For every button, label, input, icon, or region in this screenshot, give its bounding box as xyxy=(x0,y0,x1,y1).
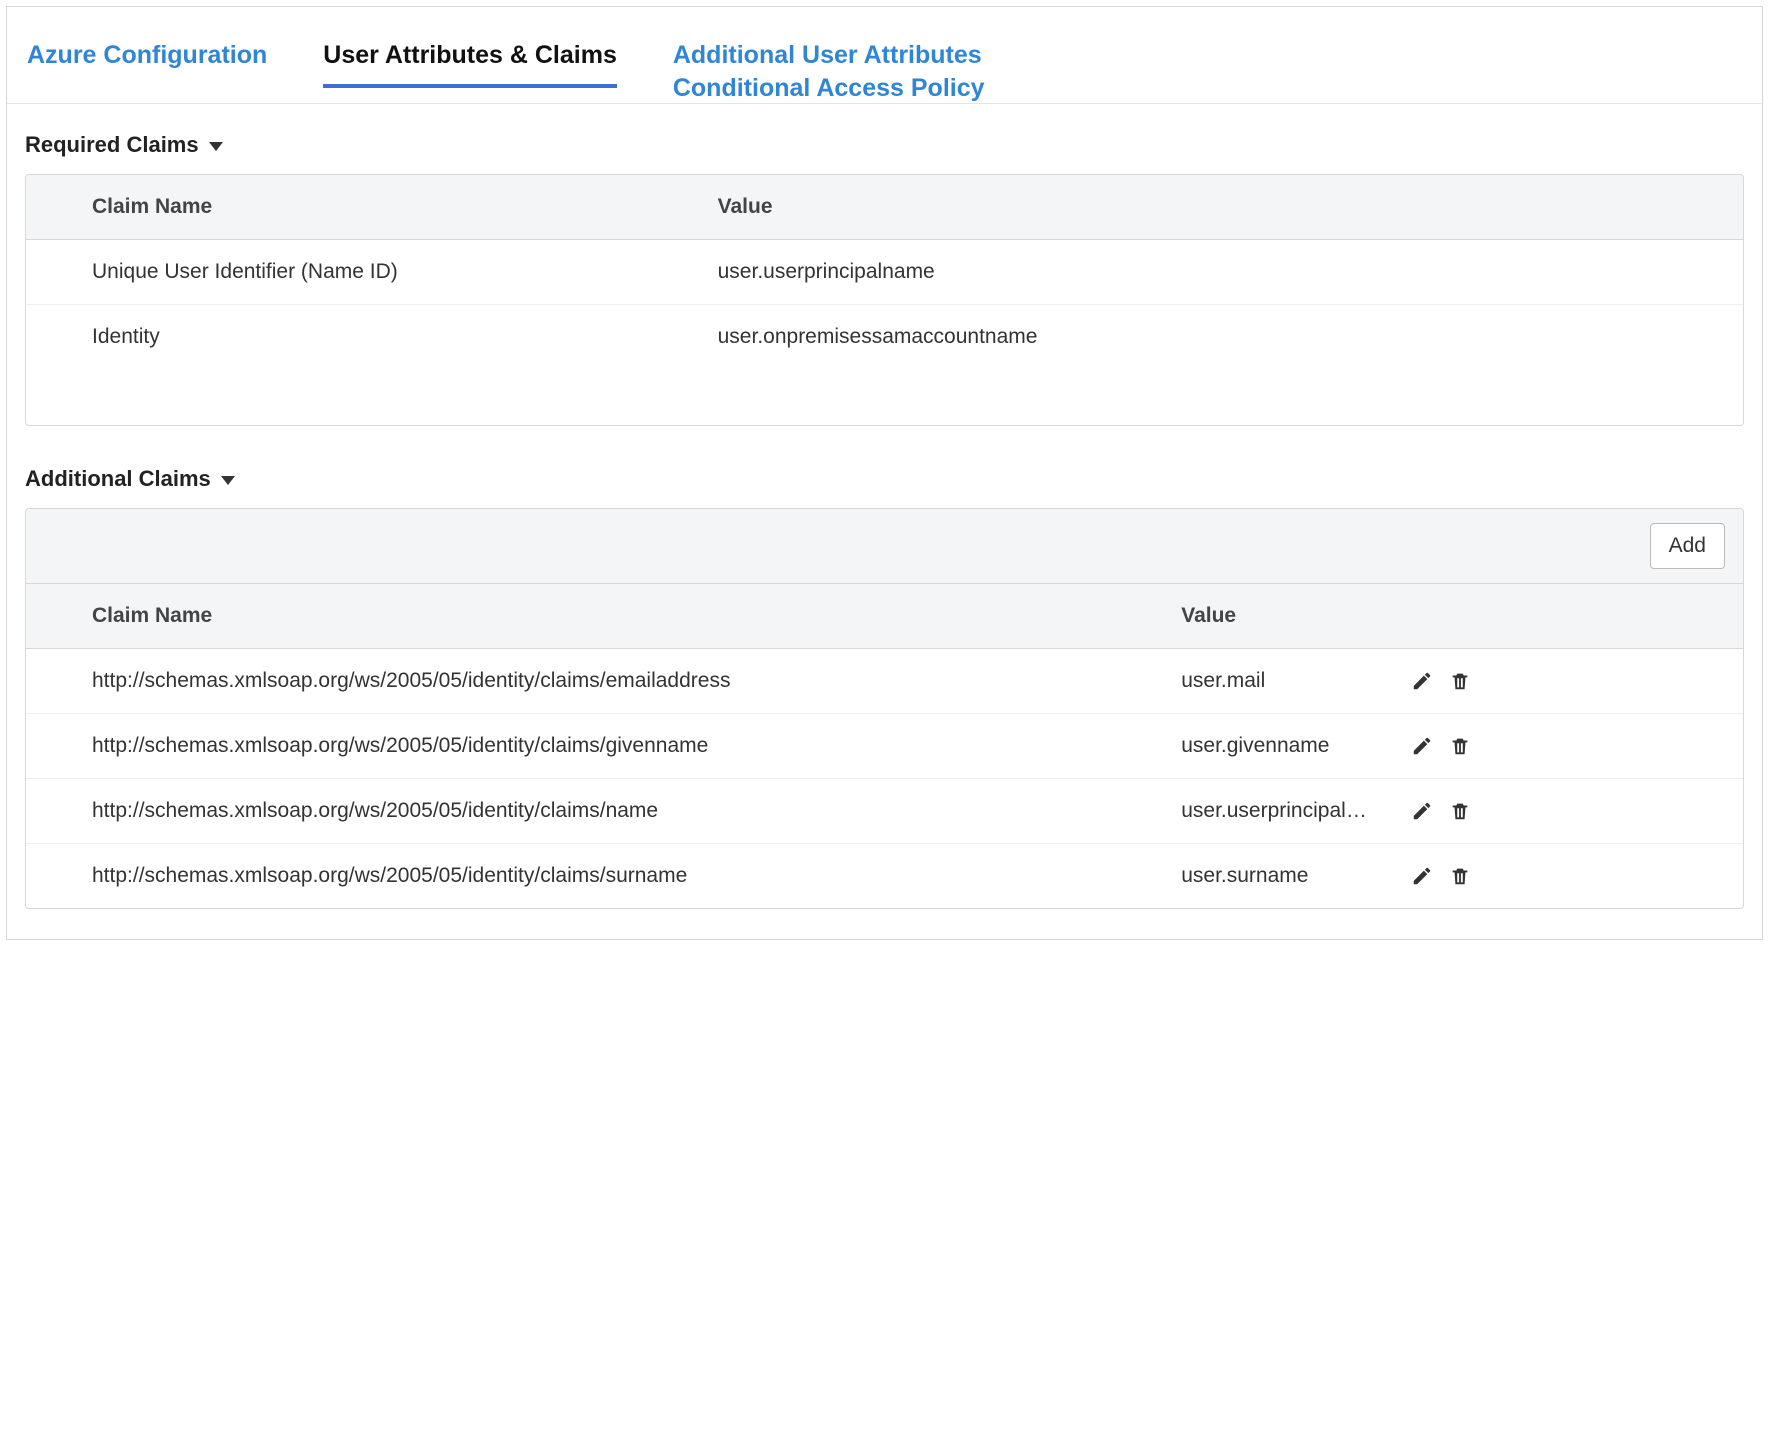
additional-row-value: user.userprincipalname xyxy=(1159,779,1399,843)
tab-bar: Azure Configuration User Attributes & Cl… xyxy=(7,7,1762,104)
chevron-down-icon xyxy=(221,476,235,485)
additional-header-actions xyxy=(1400,584,1743,648)
required-claims-body: Unique User Identifier (Name ID) user.us… xyxy=(26,240,1743,425)
delete-icon[interactable] xyxy=(1448,864,1472,888)
tab-conditional-access-policy[interactable]: Conditional Access Policy xyxy=(673,74,985,103)
delete-icon[interactable] xyxy=(1448,734,1472,758)
edit-icon[interactable] xyxy=(1410,799,1434,823)
additional-claims-toolbar: Add xyxy=(26,509,1743,583)
table-row[interactable]: Unique User Identifier (Name ID) user.us… xyxy=(26,240,1743,304)
edit-icon[interactable] xyxy=(1410,864,1434,888)
table-row[interactable]: http://schemas.xmlsoap.org/ws/2005/05/id… xyxy=(26,778,1743,843)
required-claims-header: Claim Name Value xyxy=(26,175,1743,240)
tab-group-right: Additional User Attributes Conditional A… xyxy=(673,41,985,103)
additional-row-name: http://schemas.xmlsoap.org/ws/2005/05/id… xyxy=(26,779,1159,843)
required-row-name: Unique User Identifier (Name ID) xyxy=(26,240,696,304)
required-row-value: user.userprincipalname xyxy=(696,240,1743,304)
add-button[interactable]: Add xyxy=(1650,523,1725,569)
section-required-claims-label: Required Claims xyxy=(25,132,199,158)
additional-row-value: user.surname xyxy=(1159,844,1399,908)
table-row[interactable]: http://schemas.xmlsoap.org/ws/2005/05/id… xyxy=(26,713,1743,778)
additional-claims-header: Claim Name Value xyxy=(26,583,1743,649)
edit-icon[interactable] xyxy=(1410,669,1434,693)
additional-claims-body: http://schemas.xmlsoap.org/ws/2005/05/id… xyxy=(26,649,1743,908)
additional-row-name: http://schemas.xmlsoap.org/ws/2005/05/id… xyxy=(26,649,1159,713)
section-required-claims[interactable]: Required Claims xyxy=(25,132,1744,158)
chevron-down-icon xyxy=(209,142,223,151)
additional-row-name: http://schemas.xmlsoap.org/ws/2005/05/id… xyxy=(26,844,1159,908)
edit-icon[interactable] xyxy=(1410,734,1434,758)
additional-row-value: user.givenname xyxy=(1159,714,1399,778)
tab-additional-user-attributes[interactable]: Additional User Attributes xyxy=(673,41,985,70)
tab-azure-configuration[interactable]: Azure Configuration xyxy=(27,41,267,84)
additional-header-claim-name: Claim Name xyxy=(26,584,1159,648)
required-claims-table: Claim Name Value Unique User Identifier … xyxy=(25,174,1744,426)
delete-icon[interactable] xyxy=(1448,799,1472,823)
tab-user-attributes-claims[interactable]: User Attributes & Claims xyxy=(323,41,617,88)
section-additional-claims[interactable]: Additional Claims xyxy=(25,466,1744,492)
table-row[interactable]: http://schemas.xmlsoap.org/ws/2005/05/id… xyxy=(26,649,1743,713)
table-row[interactable]: http://schemas.xmlsoap.org/ws/2005/05/id… xyxy=(26,843,1743,908)
required-header-claim-name: Claim Name xyxy=(26,175,696,239)
additional-claims-table: Add Claim Name Value http://schemas.xmls… xyxy=(25,508,1744,909)
additional-header-value: Value xyxy=(1159,584,1399,648)
row-actions xyxy=(1400,649,1743,713)
required-row-value: user.onpremisessamaccountname xyxy=(696,305,1743,369)
table-row[interactable]: Identity user.onpremisessamaccountname xyxy=(26,304,1743,369)
row-actions xyxy=(1400,779,1743,843)
app-frame: Azure Configuration User Attributes & Cl… xyxy=(6,6,1763,940)
section-additional-claims-label: Additional Claims xyxy=(25,466,211,492)
table-padding xyxy=(26,369,1743,425)
delete-icon[interactable] xyxy=(1448,669,1472,693)
additional-row-name: http://schemas.xmlsoap.org/ws/2005/05/id… xyxy=(26,714,1159,778)
required-header-value: Value xyxy=(696,175,1743,239)
additional-row-value: user.mail xyxy=(1159,649,1399,713)
required-row-name: Identity xyxy=(26,305,696,369)
row-actions xyxy=(1400,714,1743,778)
row-actions xyxy=(1400,844,1743,908)
